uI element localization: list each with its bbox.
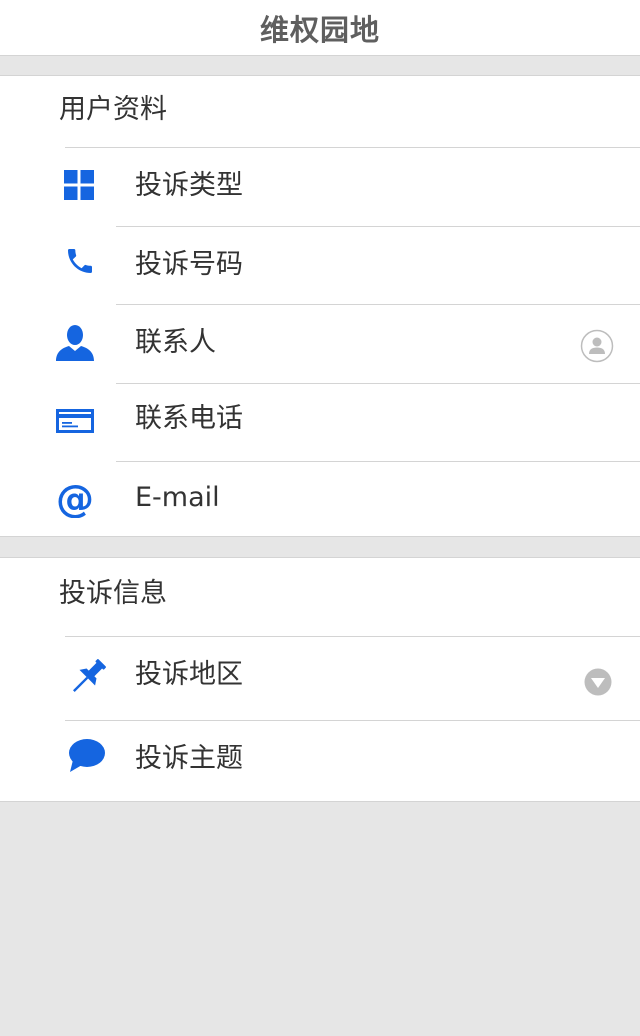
row-label: 投诉号码 [135,249,243,280]
complaint-info-section: 投诉信息 投诉地区 投诉主题 [0,557,640,802]
at-icon: @ [56,480,94,518]
app-header: 维权园地 [0,0,640,56]
section-title-complaint-info: 投诉信息 [59,578,167,609]
svg-text:@: @ [56,480,94,518]
row-label: E-mail [135,482,220,513]
row-label: 联系人 [135,327,216,358]
row-contact-person[interactable]: 联系人 [0,305,640,383]
dropdown-arrow-icon[interactable] [584,668,612,696]
row-label: 投诉主题 [135,743,243,774]
row-complaint-number[interactable]: 投诉号码 [0,227,640,304]
row-label: 投诉类型 [135,170,243,201]
pin-icon [73,659,106,692]
row-complaint-type[interactable]: 投诉类型 [0,148,640,226]
chat-bubble-icon [69,739,105,772]
phone-icon [68,249,92,273]
section-title-user-info: 用户资料 [59,94,167,125]
row-contact-phone[interactable]: 联系电话 [0,384,640,461]
row-complaint-subject[interactable]: 投诉主题 [0,721,640,801]
row-complaint-region[interactable]: 投诉地区 [0,637,640,720]
person-icon [56,325,94,361]
user-info-section: 用户资料 投诉类型 投诉号码 联系人 联系电话 @ E-mail [0,75,640,537]
row-label: 联系电话 [135,403,243,434]
row-email[interactable]: @ E-mail [0,462,640,536]
row-label: 投诉地区 [135,659,243,690]
card-icon [56,409,94,433]
grid-icon [64,170,94,200]
page-title: 维权园地 [259,12,380,47]
contact-picker-icon[interactable] [580,329,614,363]
